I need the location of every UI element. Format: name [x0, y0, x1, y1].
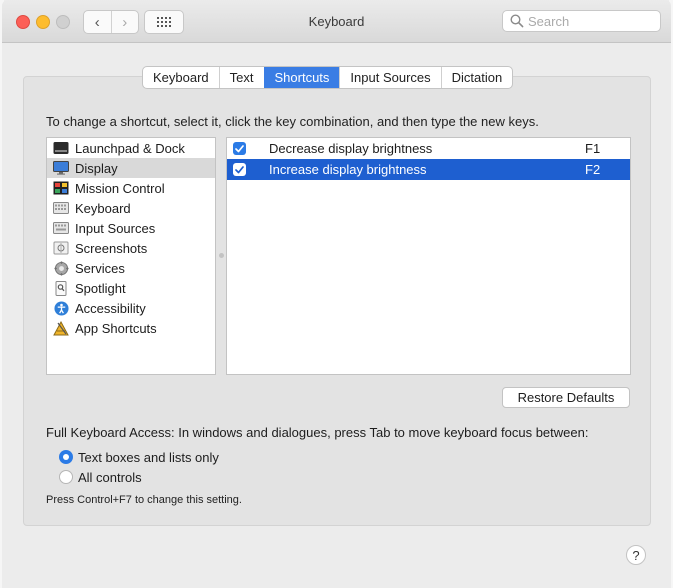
category-label: Screenshots — [75, 240, 148, 256]
accessibility-icon — [53, 300, 69, 316]
search-icon — [510, 14, 524, 28]
services-icon — [53, 260, 69, 276]
radio-text-boxes-and-lists[interactable]: Text boxes and lists only — [59, 448, 219, 466]
category-item-spotlight[interactable]: Spotlight — [47, 278, 215, 298]
shortcut-label: Increase display brightness — [269, 162, 427, 177]
search-input[interactable] — [528, 13, 658, 29]
tab-bar: Keyboard Text Shortcuts Input Sources Di… — [142, 66, 514, 89]
shortcut-label: Decrease display brightness — [269, 141, 433, 156]
category-label: Display — [75, 160, 118, 176]
shortcut-checkbox[interactable] — [233, 163, 246, 176]
spotlight-icon — [53, 280, 69, 296]
input-sources-icon — [53, 220, 69, 236]
shortcut-key[interactable]: F1 — [585, 141, 600, 156]
mission-control-icon — [53, 180, 69, 196]
app-shortcuts-icon — [53, 320, 69, 336]
title-bar: ‹ › Keyboard — [2, 0, 671, 43]
help-button[interactable]: ? — [626, 545, 646, 565]
screenshots-icon — [53, 240, 69, 256]
category-label: Accessibility — [75, 300, 146, 316]
category-item-keyboard[interactable]: Keyboard — [47, 198, 215, 218]
tab-input-sources[interactable]: Input Sources — [339, 67, 440, 88]
tab-text[interactable]: Text — [218, 67, 264, 88]
category-item-display[interactable]: Display — [47, 158, 215, 178]
radio-label: All controls — [78, 469, 142, 485]
keyboard-preferences-window: ‹ › Keyboard Keyboard Text Shortcuts Inp — [2, 0, 671, 588]
keyboard-access-hint: Press Control+F7 to change this setting. — [46, 494, 242, 506]
shortcut-row-increase-brightness[interactable]: Increase display brightness F2 — [227, 159, 630, 180]
shortcut-list: Decrease display brightness F1 Increase … — [226, 137, 631, 375]
category-label: App Shortcuts — [75, 320, 157, 336]
keyboard-icon — [53, 200, 69, 216]
split-view-handle[interactable] — [219, 253, 224, 258]
radio-button[interactable] — [59, 470, 73, 484]
radio-button-selected[interactable] — [59, 450, 73, 464]
category-label: Services — [75, 260, 125, 276]
launchpad-icon — [53, 140, 69, 156]
category-item-services[interactable]: Services — [47, 258, 215, 278]
radio-all-controls[interactable]: All controls — [59, 468, 142, 486]
category-label: Launchpad & Dock — [75, 140, 185, 156]
checkmark-icon — [235, 144, 244, 152]
tab-keyboard[interactable]: Keyboard — [143, 67, 219, 88]
category-item-app-shortcuts[interactable]: App Shortcuts — [47, 318, 215, 338]
tab-shortcuts[interactable]: Shortcuts — [263, 67, 340, 88]
checkmark-icon — [235, 165, 244, 173]
instructions-text: To change a shortcut, select it, click t… — [46, 114, 539, 129]
category-label: Spotlight — [75, 280, 126, 296]
category-item-accessibility[interactable]: Accessibility — [47, 298, 215, 318]
shortcut-key[interactable]: F2 — [585, 162, 600, 177]
radio-label: Text boxes and lists only — [78, 449, 219, 465]
category-item-screenshots[interactable]: Screenshots — [47, 238, 215, 258]
search-field[interactable] — [502, 10, 661, 32]
restore-defaults-button[interactable]: Restore Defaults — [502, 387, 630, 408]
category-item-mission-control[interactable]: Mission Control — [47, 178, 215, 198]
category-item-input-sources[interactable]: Input Sources — [47, 218, 215, 238]
category-label: Keyboard — [75, 200, 131, 216]
full-keyboard-access-label: Full Keyboard Access: In windows and dia… — [46, 425, 589, 440]
category-list: Launchpad & Dock Display Mission Control… — [46, 137, 216, 375]
tab-dictation[interactable]: Dictation — [440, 67, 513, 88]
shortcut-row-decrease-brightness[interactable]: Decrease display brightness F1 — [227, 138, 630, 159]
shortcut-checkbox[interactable] — [233, 142, 246, 155]
display-icon — [53, 160, 69, 176]
help-icon: ? — [632, 547, 640, 563]
category-label: Input Sources — [75, 220, 156, 236]
category-item-launchpad-dock[interactable]: Launchpad & Dock — [47, 138, 215, 158]
category-label: Mission Control — [75, 180, 165, 196]
